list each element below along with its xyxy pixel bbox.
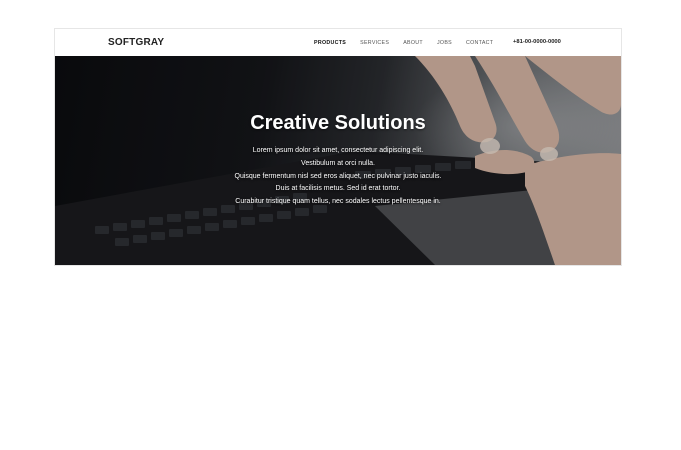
- hero-text-line: Duis at facilisis metus. Sed id erat tor…: [275, 185, 401, 193]
- nav-item-products[interactable]: PRODUCTS: [314, 40, 346, 46]
- nav-item-about[interactable]: ABOUT: [403, 40, 423, 46]
- nav-item-services[interactable]: SERVICES: [360, 40, 389, 46]
- brand-logo[interactable]: SOFTGRAY: [108, 29, 164, 56]
- hero-content: Creative Solutions Lorem ipsum dolor sit…: [55, 112, 621, 209]
- hero-text-line: Quisque fermentum nisl sed eros aliquet,…: [234, 172, 442, 180]
- hero-text-line: Vestibulum at orci nulla.: [301, 159, 375, 167]
- hero-text-line: Curabitur tristique quam tellus, nec sod…: [235, 198, 441, 206]
- website-preview: SOFTGRAY PRODUCTS SERVICES ABOUT JOBS CO…: [55, 29, 621, 265]
- phone-number[interactable]: +81-00-0000-0000: [513, 29, 561, 56]
- main-nav: PRODUCTS SERVICES ABOUT JOBS CONTACT: [314, 29, 493, 56]
- hero-title: Creative Solutions: [250, 112, 426, 134]
- navbar: SOFTGRAY PRODUCTS SERVICES ABOUT JOBS CO…: [55, 29, 621, 56]
- nav-item-contact[interactable]: CONTACT: [466, 40, 493, 46]
- nav-item-jobs[interactable]: JOBS: [437, 40, 452, 46]
- hero-banner: Creative Solutions Lorem ipsum dolor sit…: [55, 56, 621, 265]
- hero-text-line: Lorem ipsum dolor sit amet, consectetur …: [252, 147, 424, 154]
